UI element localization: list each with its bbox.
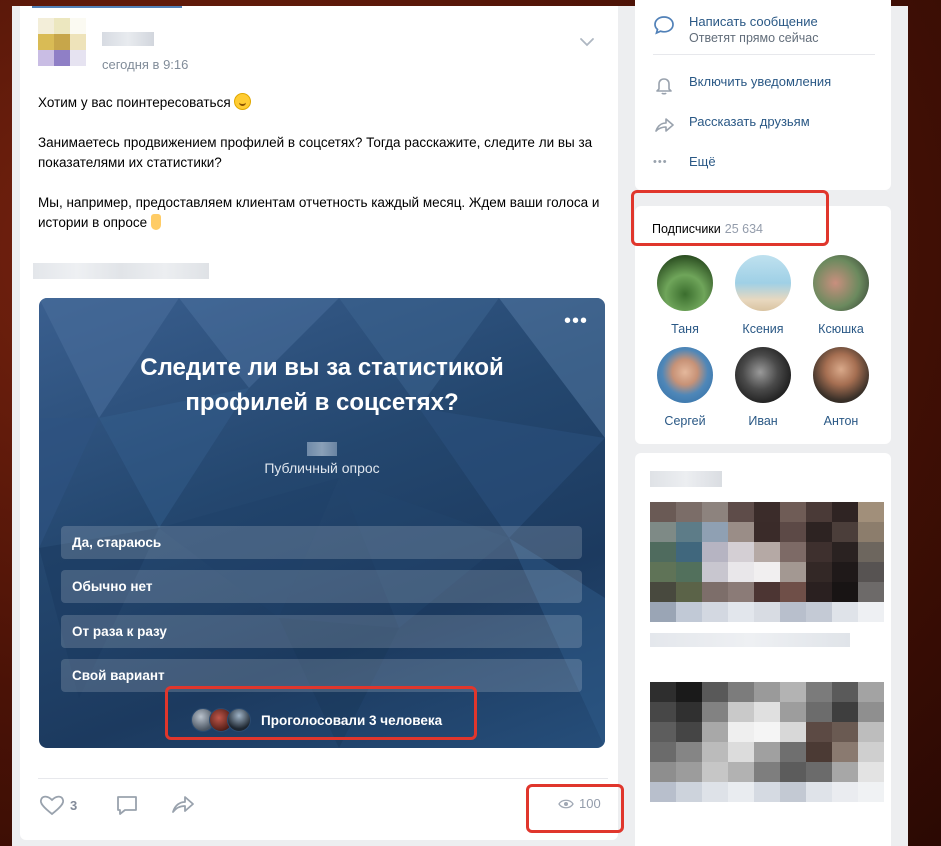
member-item[interactable]: Антон — [806, 347, 876, 428]
redacted-image-mosaic — [650, 502, 884, 622]
member-name: Антон — [823, 414, 859, 428]
sidebar-divider — [653, 54, 875, 55]
member-item[interactable]: Ксения — [728, 255, 798, 336]
comment-button[interactable] — [115, 793, 139, 817]
post-paragraph: Занимаетесь продвижением профилей в соцс… — [38, 135, 593, 170]
notifications-link[interactable]: Включить уведомления — [689, 74, 831, 90]
member-name: Ксения — [742, 322, 784, 336]
redacted-title — [650, 471, 722, 487]
bell-icon — [656, 78, 672, 95]
message-bubble-icon — [654, 16, 674, 35]
highlight-subscribers — [631, 190, 829, 246]
poll-option[interactable]: Обычно нет — [61, 570, 582, 603]
poll-option[interactable]: От раза к разу — [61, 615, 582, 648]
write-message-subtext: Ответят прямо сейчас — [689, 31, 819, 45]
author-avatar[interactable] — [38, 18, 86, 66]
write-message-action[interactable]: Написать сообщение Ответят прямо сейчас — [653, 14, 818, 46]
tab-underline — [32, 6, 182, 8]
post-paragraph: Мы, например, предоставляем клиентам отч… — [38, 195, 600, 230]
like-button[interactable]: 3 — [39, 793, 77, 817]
redacted-widget-card — [635, 453, 891, 846]
member-avatar — [735, 347, 791, 403]
more-link[interactable]: Ещё — [689, 154, 716, 170]
member-avatar — [813, 347, 869, 403]
post-paragraph: Хотим у вас поинтересоваться — [38, 93, 608, 113]
redacted-link — [33, 263, 209, 279]
member-item[interactable]: Ксюшка — [806, 255, 876, 336]
share-arrow-icon — [172, 796, 194, 813]
pointing-down-emoji-icon — [151, 214, 162, 230]
more-dots-icon: ••• — [653, 156, 668, 168]
member-name: Иван — [748, 414, 778, 428]
redacted-caption — [650, 633, 850, 647]
member-avatar — [657, 255, 713, 311]
member-avatar — [813, 255, 869, 311]
member-avatar — [735, 255, 791, 311]
heart-icon — [39, 795, 65, 816]
poll-author-redacted — [307, 442, 337, 456]
poll-title: Следите ли вы за статистикой профилей в … — [140, 354, 504, 416]
member-item[interactable]: Иван — [728, 347, 798, 428]
more-dots-icon[interactable]: ••• — [564, 311, 588, 331]
highlight-views — [526, 784, 624, 833]
tell-friends-action[interactable]: Рассказать друзьям — [653, 114, 810, 136]
more-action[interactable]: ••• Ещё — [653, 154, 716, 176]
member-item[interactable]: Сергей — [650, 347, 720, 428]
redacted-image-mosaic — [650, 682, 884, 802]
poll-card: ••• Следите ли вы за статистикой профиле… — [39, 298, 605, 748]
notifications-action[interactable]: Включить уведомления — [653, 74, 831, 96]
post-divider — [38, 778, 608, 779]
post-time[interactable]: сегодня в 9:16 — [102, 57, 188, 72]
author-name-redacted[interactable] — [102, 32, 154, 46]
member-name: Ксюшка — [818, 322, 864, 336]
share-arrow-icon — [655, 118, 674, 132]
smile-emoji-icon — [233, 93, 251, 110]
member-item[interactable]: Таня — [650, 255, 720, 336]
poll-option[interactable]: Да, стараюсь — [61, 526, 582, 559]
comment-icon — [117, 796, 137, 815]
write-message-link[interactable]: Написать сообщение — [689, 14, 818, 30]
page-canvas: сегодня в 9:16 Хотим у вас поинтересоват… — [12, 0, 908, 846]
tell-friends-link[interactable]: Рассказать друзьям — [689, 114, 810, 130]
post-text: Хотим у вас поинтересоваться Занимаетесь… — [38, 93, 608, 253]
chevron-down-icon[interactable] — [577, 36, 597, 48]
member-name: Сергей — [664, 414, 706, 428]
likes-count: 3 — [70, 797, 78, 813]
share-button[interactable] — [170, 793, 196, 817]
poll-type: Публичный опрос — [264, 460, 380, 476]
highlight-poll-voters — [165, 686, 477, 740]
member-name: Таня — [671, 322, 699, 336]
community-actions-card: Написать сообщение Ответят прямо сейчас … — [635, 0, 891, 190]
member-avatar — [657, 347, 713, 403]
